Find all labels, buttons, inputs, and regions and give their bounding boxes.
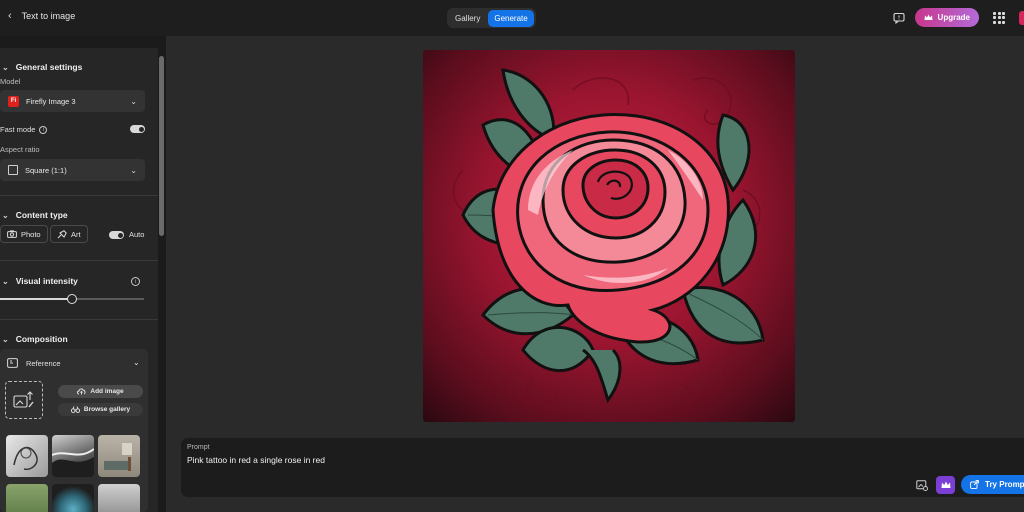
add-image-label: Add image [90, 388, 124, 395]
crown-icon [941, 481, 950, 488]
divider [0, 319, 158, 320]
reference-thumbnail[interactable] [98, 435, 140, 477]
try-prompt-button[interactable]: Try Prompt [961, 475, 1024, 494]
chevron-down-icon: ⌄ [2, 210, 9, 220]
content-type-title: Content type [15, 210, 68, 220]
art-label: Art [71, 229, 81, 239]
chevron-down-icon: ⌄ [2, 334, 9, 344]
model-select[interactable]: Fi Firefly Image 3 ⌄ [0, 90, 145, 112]
view-switcher: Gallery Generate [447, 8, 536, 28]
auto-label: Auto [129, 230, 145, 239]
feedback-icon[interactable] [892, 12, 905, 24]
aspect-ratio-select[interactable]: Square (1:1) ⌄ [0, 159, 145, 181]
premium-crown-button[interactable] [936, 476, 955, 494]
square-icon [8, 165, 18, 175]
image-upload-icon [13, 391, 34, 408]
firefly-logo-icon: Fi [8, 95, 19, 107]
photo-label: Photo [21, 229, 41, 239]
app-window: ‹ Text to image Gallery Generate Upgrade [0, 0, 1024, 512]
visual-intensity-title: Visual intensity [15, 276, 78, 286]
chevron-down-icon: ⌄ [2, 276, 9, 286]
apps-grid-icon[interactable] [993, 11, 1005, 24]
chevron-down-icon: ⌄ [130, 165, 137, 175]
upgrade-button[interactable]: Upgrade [914, 8, 979, 27]
crown-icon [924, 14, 933, 20]
info-icon[interactable]: i [39, 125, 48, 134]
general-settings-title: General settings [15, 62, 83, 72]
back-to-text-to-image[interactable]: ‹ Text to image [8, 10, 75, 22]
fast-mode-label: Fast mode [0, 125, 36, 134]
info-icon[interactable]: i [131, 277, 140, 286]
binoculars-icon [70, 406, 80, 413]
reference-thumbnail[interactable] [52, 484, 94, 512]
sidebar-scrollbar[interactable] [159, 56, 164, 236]
browse-gallery-label: Browse gallery [83, 406, 131, 413]
fast-mode-row: Fast mode i [0, 125, 48, 134]
divider [0, 260, 158, 261]
art-button[interactable]: Art [50, 225, 88, 243]
back-label: Text to image [21, 11, 76, 21]
generated-image[interactable] [423, 50, 795, 422]
top-bar: ‹ Text to image Gallery Generate Upgrade [0, 0, 1024, 36]
reference-thumbnail[interactable] [98, 484, 140, 512]
avatar[interactable] [1019, 10, 1024, 25]
upgrade-label: Upgrade [937, 13, 970, 22]
reference-thumbnail[interactable] [6, 435, 48, 477]
prompt-panel [181, 438, 1024, 497]
chevron-down-icon[interactable]: ⌄ [133, 358, 140, 367]
composition-title: Composition [15, 334, 68, 344]
slider-handle[interactable] [67, 294, 77, 304]
visual-intensity-header[interactable]: ⌄ Visual intensity [2, 276, 78, 286]
divider [0, 195, 158, 196]
add-image-button[interactable]: Add image [58, 385, 143, 398]
model-label: Model [0, 77, 21, 86]
open-external-icon [970, 480, 979, 489]
header-actions: Upgrade [892, 8, 1024, 27]
reference-thumbnail[interactable] [52, 435, 94, 477]
try-prompt-label: Try Prompt [985, 480, 1024, 489]
content-type-header[interactable]: ⌄ Content type [2, 210, 68, 220]
rose-artwork [452, 68, 765, 406]
prompt-input[interactable]: Pink tattoo in red a single rose in red [187, 455, 325, 465]
model-value: Firefly Image 3 [26, 96, 76, 106]
reference-label: Reference [26, 358, 61, 368]
reference-icon [7, 358, 18, 368]
browse-gallery-button[interactable]: Browse gallery [58, 403, 143, 416]
aspect-ratio-value: Square (1:1) [25, 165, 67, 175]
general-settings-header[interactable]: ⌄ General settings [2, 62, 82, 72]
slider-fill [0, 298, 72, 300]
fast-mode-toggle[interactable] [130, 125, 145, 133]
auto-toggle[interactable] [109, 231, 124, 239]
chevron-left-icon: ‹ [8, 10, 12, 22]
brush-icon [57, 229, 67, 238]
aspect-ratio-label: Aspect ratio [0, 145, 40, 154]
reference-row[interactable]: Reference [7, 358, 61, 368]
reference-thumbnail[interactable] [6, 484, 48, 512]
tab-gallery[interactable]: Gallery [449, 10, 486, 27]
reference-upload-area[interactable] [5, 381, 43, 419]
style-reference-icon[interactable] [916, 479, 928, 491]
tab-generate[interactable]: Generate [488, 9, 534, 27]
cloud-upload-icon [77, 388, 86, 395]
photo-button[interactable]: Photo [0, 225, 48, 243]
prompt-label: Prompt [187, 444, 210, 451]
chevron-down-icon: ⌄ [130, 96, 137, 106]
chevron-down-icon: ⌄ [2, 62, 9, 72]
composition-header[interactable]: ⌄ Composition [2, 334, 68, 344]
camera-icon [7, 230, 17, 238]
